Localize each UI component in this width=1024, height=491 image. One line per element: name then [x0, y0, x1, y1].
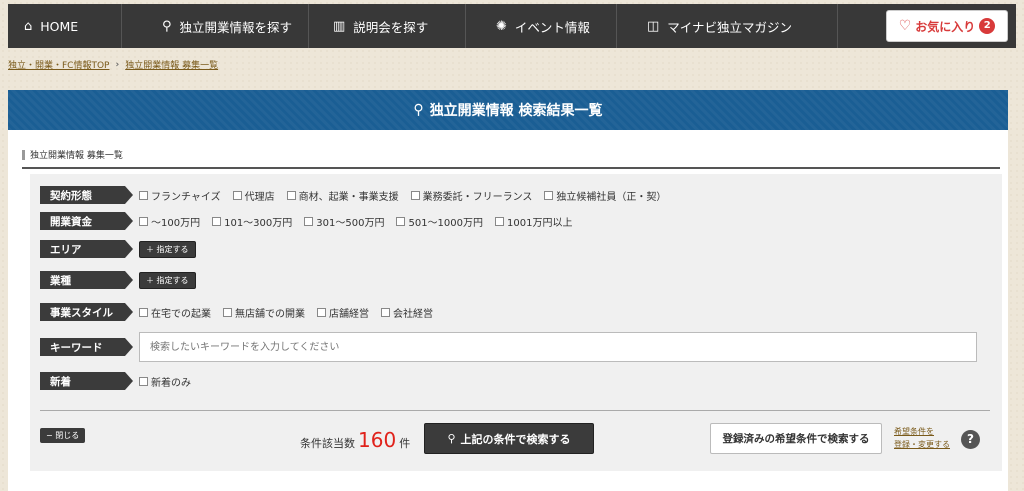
checkbox-funds-2[interactable]: 101〜300万円: [212, 214, 292, 229]
results-banner: ⚲ 独立開業情報 検索結果一覧: [8, 90, 1008, 138]
registered-search-button[interactable]: 登録済みの希望条件で検索する: [710, 423, 882, 454]
divider: [40, 410, 990, 411]
search-form: 契約形態 フランチャイズ 代理店 商材、起業・事業支援 業務委託・フリーランス …: [30, 174, 1002, 471]
result-count: 条件該当数 160 件: [300, 428, 410, 452]
filter-label-industry: 業種: [40, 271, 133, 289]
nav-home-label: HOME: [40, 18, 79, 34]
checkbox-funds-4[interactable]: 501〜1000万円: [396, 214, 483, 229]
search-icon: ⚲: [413, 102, 424, 118]
nav-magazine-label: マイナビ独立マガジン: [667, 19, 793, 35]
checkbox-contract-support[interactable]: 商材、起業・事業支援: [286, 188, 399, 203]
checkbox-contract-franchise[interactable]: フランチャイズ: [139, 188, 221, 203]
filter-label-area: エリア: [40, 240, 133, 258]
top-navigation: ⌂ HOME ⚲ 独立開業情報を探す ▥ 説明会を探す ✺ イベント情報 ◫ マ…: [8, 4, 1016, 48]
checkbox-style-home[interactable]: 在宅での起業: [139, 305, 211, 320]
nav-seminars-label: 説明会を探す: [353, 19, 429, 35]
count-suffix: 件: [399, 437, 411, 450]
nav-events-label: イベント情報: [514, 19, 590, 35]
favorites-label: お気に入り: [915, 19, 976, 34]
filter-label-contract: 契約形態: [40, 186, 133, 204]
breadcrumb-chevron-icon: ›: [115, 59, 120, 70]
checkbox-style-store[interactable]: 店舗経営: [317, 305, 369, 320]
nav-seminars[interactable]: ▥ 説明会を探す: [309, 4, 465, 48]
nav-magazine[interactable]: ◫ マイナビ独立マガジン: [617, 4, 837, 48]
checkbox-contract-candidate[interactable]: 独立候補社員（正・契）: [544, 188, 666, 203]
checkbox-funds-3[interactable]: 301〜500万円: [304, 214, 384, 229]
sparkle-icon: ✺: [496, 18, 507, 34]
filter-row-keyword: キーワード: [40, 332, 977, 362]
favorites-button[interactable]: ♡ お気に入り 2: [886, 10, 1008, 42]
industry-select-button[interactable]: ＋ 指定する: [139, 271, 196, 289]
divider: [22, 167, 1000, 169]
filter-row-funds: 開業資金 〜100万円 101〜300万円 301〜500万円 501〜1000…: [40, 212, 572, 230]
filter-row-contract: 契約形態 フランチャイズ 代理店 商材、起業・事業支援 業務委託・フリーランス …: [40, 186, 666, 204]
search-icon: ⚲: [162, 18, 172, 34]
nav-events[interactable]: ✺ イベント情報: [466, 4, 616, 48]
search-icon: ⚲: [447, 432, 456, 445]
banner-title: 独立開業情報 検索結果一覧: [429, 103, 603, 119]
checkbox-style-nostore[interactable]: 無店舗での開業: [223, 305, 305, 320]
building-icon: ▥: [333, 18, 346, 34]
breadcrumb: 独立・開業・FC情報TOP › 独立開業情報 募集一覧: [8, 58, 218, 72]
filter-label-style: 事業スタイル: [40, 303, 133, 321]
nav-home[interactable]: ⌂ HOME: [8, 4, 121, 48]
checkbox-funds-1[interactable]: 〜100万円: [139, 214, 200, 229]
book-icon: ◫: [647, 18, 660, 34]
section-subheading: 独立開業情報 募集一覧: [22, 148, 123, 161]
area-select-button[interactable]: ＋ 指定する: [139, 240, 196, 258]
filter-label-newest: 新着: [40, 372, 133, 390]
filter-row-newest: 新着 新着のみ: [40, 372, 191, 390]
breadcrumb-current-link[interactable]: 独立開業情報 募集一覧: [125, 58, 218, 71]
checkbox-contract-agency[interactable]: 代理店: [232, 188, 275, 203]
nav-search-info[interactable]: ⚲ 独立開業情報を探す: [122, 4, 308, 48]
filter-row-area: エリア ＋ 指定する: [40, 240, 196, 258]
filter-label-funds: 開業資金: [40, 212, 133, 230]
checkbox-funds-5[interactable]: 1001万円以上: [495, 214, 572, 229]
checkbox-style-company[interactable]: 会社経営: [381, 305, 433, 320]
help-icon[interactable]: ?: [961, 430, 980, 449]
filter-row-industry: 業種 ＋ 指定する: [40, 271, 196, 289]
close-button[interactable]: − 閉じる: [40, 428, 86, 443]
home-icon: ⌂: [24, 18, 33, 34]
keyword-input[interactable]: [139, 332, 977, 362]
checkbox-newest-only[interactable]: 新着のみ: [139, 374, 191, 389]
count-prefix: 条件該当数: [300, 437, 355, 450]
checkbox-contract-freelance[interactable]: 業務委託・フリーランス: [410, 188, 532, 203]
breadcrumb-home-link[interactable]: 独立・開業・FC情報TOP: [8, 58, 109, 71]
count-value: 160: [358, 428, 397, 452]
filter-row-style: 事業スタイル 在宅での起業 無店舗での開業 店舗経営 会社経営: [40, 303, 433, 321]
favorites-count-badge: 2: [979, 18, 996, 34]
register-conditions-link[interactable]: 希望条件を 登録・変更する: [894, 425, 950, 451]
nav-search-info-label: 独立開業情報を探す: [179, 19, 293, 35]
search-panel: 独立開業情報 募集一覧 契約形態 フランチャイズ 代理店 商材、起業・事業支援 …: [8, 130, 1008, 491]
heart-icon: ♡: [898, 18, 912, 34]
filter-label-keyword: キーワード: [40, 338, 133, 356]
search-button[interactable]: ⚲ 上記の条件で検索する: [424, 423, 594, 454]
search-button-label: 上記の条件で検索する: [460, 432, 571, 446]
